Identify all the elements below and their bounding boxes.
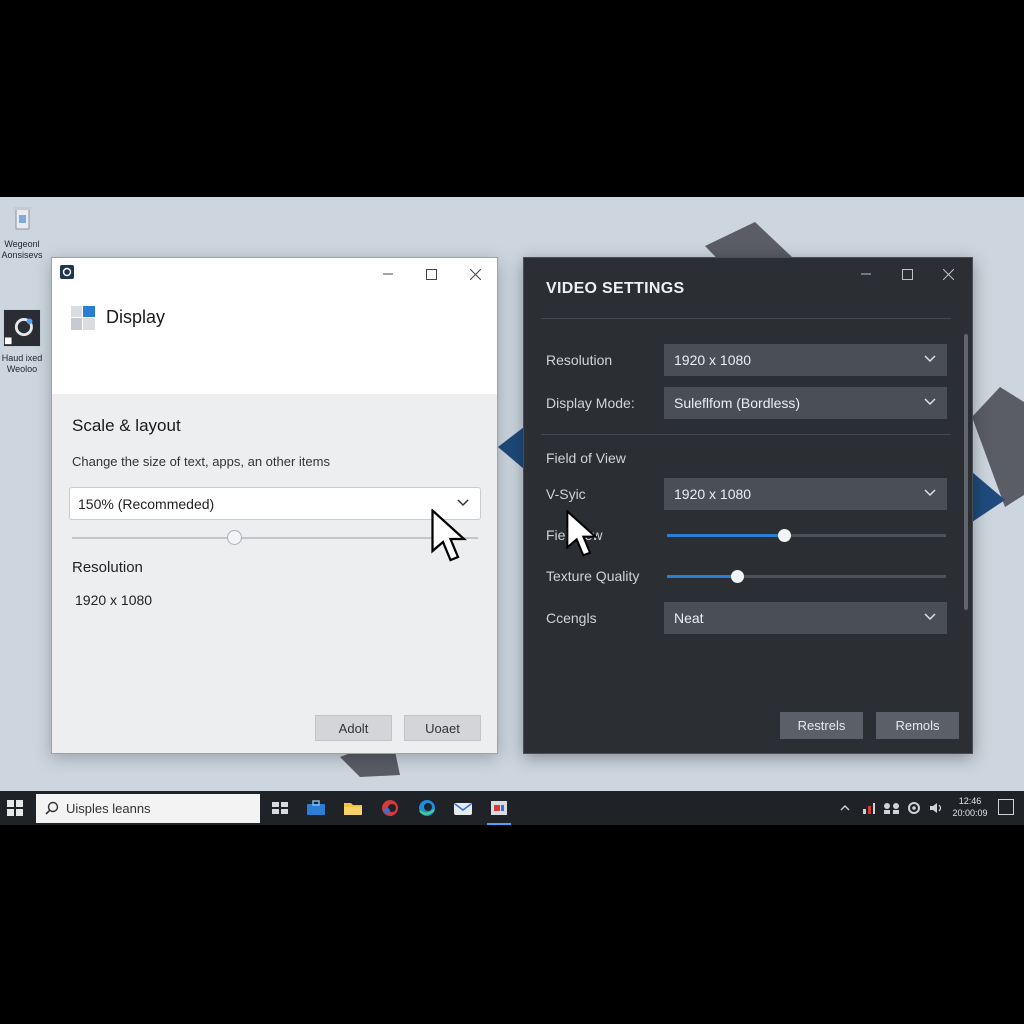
desktop-icon-label: Wegeonl Aonsisevs — [1, 239, 43, 260]
settings-app-icon — [60, 265, 74, 279]
field-of-view-header: Field of View — [546, 450, 626, 466]
resolution-dropdown[interactable]: 1920 x 1080 — [664, 344, 947, 376]
edge-icon — [419, 800, 435, 816]
cengls-dropdown-value: Neat — [674, 610, 704, 626]
remols-button[interactable]: Remols — [876, 712, 959, 739]
minimize-button[interactable] — [373, 264, 403, 284]
taskbar: Uisples leanns 12:46 20:00:09 — [0, 791, 1024, 825]
vsync-dropdown[interactable]: 1920 x 1080 — [664, 478, 947, 510]
close-icon — [942, 268, 954, 280]
settings-app-button[interactable] — [487, 796, 511, 825]
settings-tray-icon[interactable] — [907, 801, 921, 815]
display-header: Display — [52, 258, 497, 394]
desktop: Wegeonl Aonsisevs Haud ixed Weoloo Displ… — [0, 197, 1024, 825]
scale-dropdown[interactable]: 150% (Recommeded) — [69, 487, 481, 520]
browser-app-button[interactable] — [378, 796, 402, 820]
cengls-dropdown[interactable]: Neat — [664, 602, 947, 634]
display-mode-label: Display Mode: — [546, 395, 635, 411]
settings-app-icon — [491, 801, 507, 815]
task-view-button[interactable] — [268, 796, 292, 820]
desktop-icon-label: Haud ixed Weoloo — [1, 353, 43, 374]
search-icon — [45, 801, 59, 815]
field-of-view-slider[interactable] — [667, 529, 946, 542]
toolbox-icon — [307, 800, 325, 815]
uoaet-button[interactable]: Uoaet — [404, 715, 481, 741]
scrollbar[interactable] — [964, 334, 968, 610]
maximize-icon — [425, 268, 437, 280]
divider — [541, 318, 951, 319]
chevron-down-icon — [924, 613, 936, 621]
resolution-label: Resolution — [546, 352, 613, 368]
section-description: Change the size of text, apps, an other … — [72, 454, 330, 469]
display-mode-dropdown-value: Suleflfom (Bordless) — [674, 395, 801, 411]
minimize-icon — [861, 273, 871, 275]
network-icon[interactable] — [862, 801, 876, 815]
close-button[interactable] — [460, 264, 490, 284]
taskbar-clock[interactable]: 12:46 20:00:09 — [950, 795, 990, 819]
texture-quality-slider-thumb[interactable] — [731, 570, 744, 583]
search-placeholder: Uisples leanns — [66, 801, 151, 816]
file-explorer-button[interactable] — [341, 796, 365, 820]
chevron-down-icon — [924, 398, 936, 406]
edge-app-button[interactable] — [415, 796, 439, 820]
minimize-button[interactable] — [851, 264, 881, 284]
maximize-icon — [901, 268, 913, 280]
mail-icon — [454, 803, 472, 815]
desktop-icon-recycle-bin[interactable]: Wegeonl Aonsisevs — [0, 203, 46, 261]
desktop-icon-app[interactable]: Haud ixed Weoloo — [0, 309, 46, 375]
texture-quality-slider-fill — [667, 575, 737, 578]
notification-center-icon[interactable] — [998, 799, 1014, 815]
display-settings-window: Display Scale & layout Change the size o… — [51, 257, 498, 754]
adolt-button[interactable]: Adolt — [315, 715, 392, 741]
mouse-cursor-icon — [431, 509, 467, 562]
close-button[interactable] — [933, 264, 963, 284]
people-icon[interactable] — [882, 801, 902, 815]
minimize-icon — [383, 273, 393, 275]
video-settings-window: VIDEO SETTINGS Resolution 1920 x 1080 Di… — [523, 257, 973, 754]
resolution-dropdown-value: 1920 x 1080 — [674, 352, 752, 368]
close-icon — [469, 268, 481, 280]
scale-dropdown-value: 150% (Recommeded) — [78, 496, 215, 512]
chevron-down-icon — [924, 355, 936, 363]
chevron-down-icon — [457, 499, 469, 507]
recycle-bin-icon — [14, 207, 31, 230]
resolution-label: Resolution — [72, 559, 143, 576]
vsync-dropdown-value: 1920 x 1080 — [674, 486, 752, 502]
video-settings-title: VIDEO SETTINGS — [546, 280, 685, 297]
maximize-button[interactable] — [416, 264, 446, 284]
scale-slider[interactable] — [72, 530, 478, 545]
toolbox-app-button[interactable] — [304, 796, 328, 820]
speaker-icon[interactable] — [929, 801, 943, 815]
restrels-button[interactable]: Restrels — [780, 712, 863, 739]
display-icon — [71, 306, 95, 330]
texture-quality-slider[interactable] — [667, 570, 946, 583]
app-shortcut-icon — [3, 309, 41, 347]
clock-date: 20:00:09 — [952, 808, 988, 818]
vsync-label: V-Syic — [546, 486, 586, 502]
maximize-button[interactable] — [892, 264, 922, 284]
divider — [541, 434, 951, 435]
texture-quality-label: Texture Quality — [546, 568, 640, 584]
page-title: Display — [106, 307, 166, 327]
mouse-cursor-icon — [566, 510, 598, 557]
mail-app-button[interactable] — [451, 796, 475, 820]
resolution-value: 1920 x 1080 — [75, 592, 153, 608]
task-view-icon — [272, 802, 288, 814]
folder-icon — [344, 803, 362, 815]
taskbar-search[interactable]: Uisples leanns — [36, 794, 260, 823]
clock-time: 12:46 — [958, 796, 982, 806]
field-of-view-slider-thumb[interactable] — [778, 529, 791, 542]
chevron-down-icon — [924, 489, 936, 497]
section-title: Scale & layout — [72, 416, 181, 435]
field-of-view-slider-fill — [667, 534, 784, 537]
display-mode-dropdown[interactable]: Suleflfom (Bordless) — [664, 387, 947, 419]
browser-icon — [382, 800, 398, 816]
scale-slider-thumb[interactable] — [227, 530, 242, 545]
cengls-label: Ccengls — [546, 610, 597, 626]
chevron-up-icon[interactable] — [840, 803, 850, 813]
windows-start-icon[interactable] — [6, 799, 24, 817]
